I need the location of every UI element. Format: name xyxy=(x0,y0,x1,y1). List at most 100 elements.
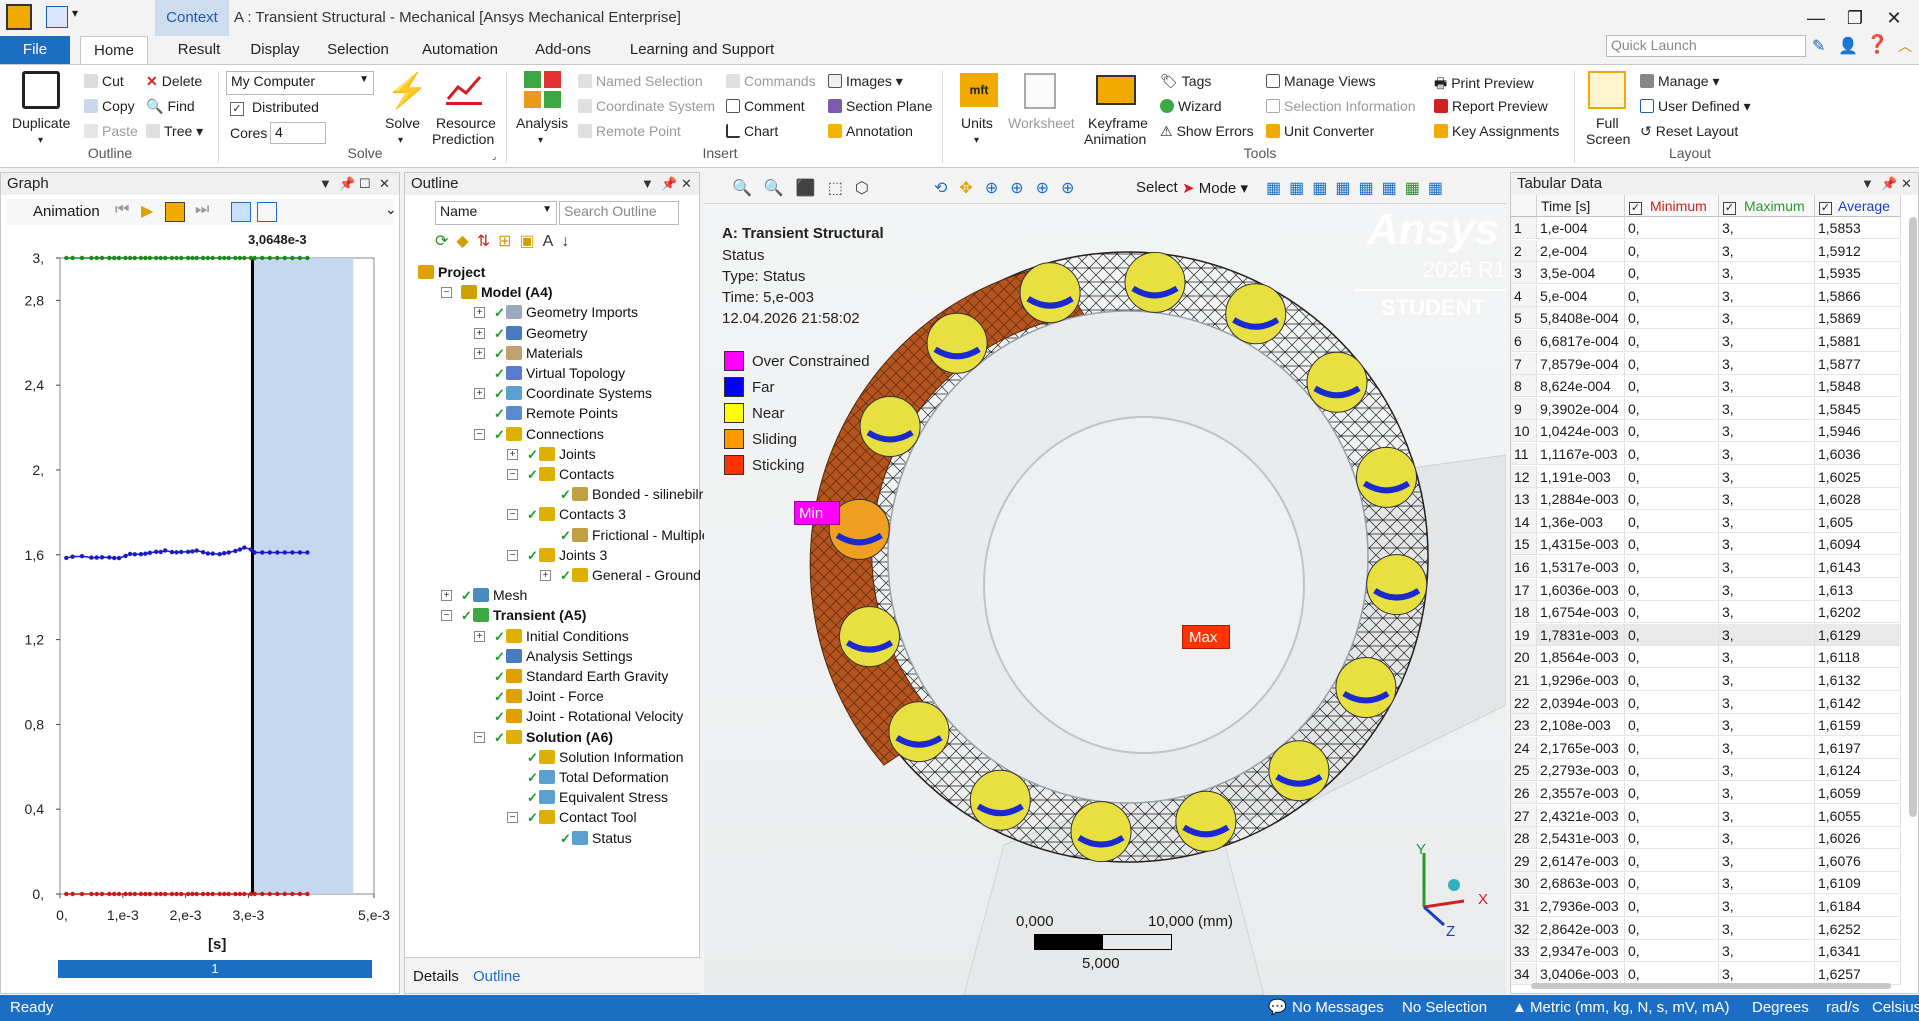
time-column-header[interactable]: Time [s] xyxy=(1537,195,1625,217)
element-filter-icon[interactable]: ▦ xyxy=(1382,180,1405,197)
solver-target-select[interactable]: My Computer ▼ xyxy=(226,71,374,95)
edge-filter-icon[interactable]: ▦ xyxy=(1289,180,1312,197)
result-sets-icon[interactable] xyxy=(257,202,277,222)
stop-icon[interactable] xyxy=(165,202,185,222)
collapse-node-icon[interactable]: − xyxy=(507,509,518,521)
tab-result[interactable]: Result xyxy=(166,36,232,64)
help-icon[interactable]: ❓ xyxy=(1866,34,1888,55)
tree-item[interactable]: ✓ Frictional - Multiple T xyxy=(560,525,722,545)
panel-menu-icon[interactable]: ▼ xyxy=(1861,173,1874,195)
pin-icon[interactable]: 📌 xyxy=(339,173,355,195)
tree-item[interactable]: ✓ Geometry xyxy=(494,323,587,343)
tree-item[interactable]: Project xyxy=(418,262,485,282)
horizontal-scrollbar[interactable] xyxy=(1531,983,1891,989)
tab-add-ons[interactable]: Add-ons xyxy=(528,36,598,64)
tree-item[interactable]: ✓ Materials xyxy=(494,343,583,363)
table-row[interactable]: 8 8,624e-004 0, 3, 1,5848 xyxy=(1511,375,1901,398)
table-row[interactable]: 4 5,e-004 0, 3, 1,5866 xyxy=(1511,284,1901,307)
tree-item[interactable]: ✓ Bonded - silinebilri ru xyxy=(560,484,723,504)
table-row[interactable]: 13 1,2884e-003 0, 3, 1,6028 xyxy=(1511,488,1901,511)
select-mode-button[interactable]: ➤ Mode ▾ xyxy=(1182,179,1248,197)
keyframe-label-2[interactable]: Animation xyxy=(1084,131,1146,147)
table-row[interactable]: 29 2,6147e-003 0, 3, 1,6076 xyxy=(1511,849,1901,872)
tab-display[interactable]: Display xyxy=(240,36,310,64)
outline-filter-select[interactable]: Name ▼ xyxy=(435,201,557,225)
ansys-logo-icon[interactable] xyxy=(6,4,32,30)
table-row[interactable]: 22 2,0394e-003 0, 3, 1,6142 xyxy=(1511,691,1901,714)
feedback-icon[interactable]: ✎ xyxy=(1812,36,1825,56)
expand-node-icon[interactable]: + xyxy=(474,347,485,359)
duplicate-dropdown-icon[interactable]: ▾ xyxy=(38,135,43,146)
reset-layout-button[interactable]: ↺ Reset Layout xyxy=(1640,123,1738,140)
folder-icon[interactable]: ▣ xyxy=(520,233,543,250)
tab-learning-and-support[interactable]: Learning and Support xyxy=(620,36,784,64)
unit-converter-button[interactable]: Unit Converter xyxy=(1266,123,1374,139)
collapse-node-icon[interactable]: − xyxy=(441,610,452,622)
checkbox-icon[interactable]: ✓ xyxy=(1819,202,1832,215)
tree-item[interactable]: ✓ Remote Points xyxy=(494,403,618,423)
table-row[interactable]: 27 2,4321e-003 0, 3, 1,6055 xyxy=(1511,804,1901,827)
solve-button[interactable]: Solve xyxy=(385,115,420,131)
tree-item[interactable]: ✓ Contacts 3 xyxy=(527,504,626,524)
expand-icon[interactable]: ⌄ xyxy=(385,201,397,218)
tree-item[interactable]: ✓ General - Ground To xyxy=(560,565,719,585)
analysis-button[interactable]: Analysis xyxy=(516,115,568,131)
show-errors-button[interactable]: ⚠ Show Errors xyxy=(1160,123,1254,140)
table-row[interactable]: 12 1,191e-003 0, 3, 1,6025 xyxy=(1511,465,1901,488)
keyframe-label-1[interactable]: Keyframe xyxy=(1088,115,1148,131)
expand-all-icon[interactable]: ⊞ xyxy=(498,233,519,250)
duplicate-icon[interactable] xyxy=(22,71,60,109)
minimum-column-header[interactable]: ✓ Minimum xyxy=(1625,195,1719,217)
tree-item[interactable]: ✓ Joints 3 xyxy=(527,545,607,565)
tree-item[interactable]: ✓ Connections xyxy=(494,424,604,444)
vertex-filter-icon[interactable]: ▦ xyxy=(1266,180,1289,197)
node-filter-icon[interactable]: ▦ xyxy=(1359,180,1382,197)
tree-item[interactable]: ✓ Analysis Settings xyxy=(494,646,633,666)
quick-access-dropdown-icon[interactable]: ▾ xyxy=(72,6,78,20)
collapse-node-icon[interactable]: − xyxy=(441,287,452,299)
quick-launch-input[interactable]: Quick Launch xyxy=(1606,35,1806,57)
commands-button[interactable]: Commands xyxy=(726,73,816,89)
section-plane-button[interactable]: Section Plane xyxy=(828,98,932,114)
table-row[interactable]: 24 2,1765e-003 0, 3, 1,6197 xyxy=(1511,736,1901,759)
extend-icon[interactable]: ▦ xyxy=(1428,180,1451,197)
chart-button[interactable]: Chart xyxy=(726,123,778,139)
cut-button[interactable]: Cut xyxy=(84,73,124,89)
tab-details[interactable]: Details xyxy=(413,968,459,985)
restore-button[interactable]: ❐ xyxy=(1843,6,1867,30)
images-button[interactable]: Images ▾ xyxy=(828,73,903,90)
report-preview-button[interactable]: Report Preview xyxy=(1434,98,1548,114)
full-screen-icon[interactable] xyxy=(1588,71,1626,109)
print-preview-button[interactable]: 🖶 Print Preview xyxy=(1434,73,1534,97)
table-row[interactable]: 32 2,8642e-003 0, 3, 1,6252 xyxy=(1511,917,1901,940)
tree-item[interactable]: ✓ Virtual Topology xyxy=(494,363,625,383)
collapse-ribbon-icon[interactable]: ︿ xyxy=(1898,36,1912,56)
tree-button[interactable]: Tree ▾ xyxy=(146,123,203,140)
max-probe[interactable]: Max xyxy=(1182,625,1230,649)
table-row[interactable]: 25 2,2793e-003 0, 3, 1,6124 xyxy=(1511,759,1901,782)
table-row[interactable]: 20 1,8564e-003 0, 3, 1,6118 xyxy=(1511,646,1901,669)
selection-information-button[interactable]: Selection Information xyxy=(1266,98,1416,114)
manage-views-button[interactable]: Manage Views xyxy=(1266,73,1376,89)
table-row[interactable]: 33 2,9347e-003 0, 3, 1,6341 xyxy=(1511,940,1901,963)
coordinate-system-button[interactable]: Coordinate System xyxy=(578,98,715,114)
resource-prediction-label-1[interactable]: Resource xyxy=(436,115,496,131)
delete-button[interactable]: ✕ Delete xyxy=(146,73,202,90)
solve-icon[interactable]: ⚡ xyxy=(386,71,428,111)
iso-view-icon[interactable]: ⬛ xyxy=(796,180,828,197)
cores-input[interactable]: 4 xyxy=(270,122,326,144)
units-dropdown-icon[interactable]: ▾ xyxy=(974,135,979,146)
shaded-icon[interactable]: ⬚ xyxy=(828,180,855,197)
table-row[interactable]: 5 5,8408e-004 0, 3, 1,5869 xyxy=(1511,307,1901,330)
close-icon[interactable]: ✕ xyxy=(1901,173,1912,195)
collapse-node-icon[interactable]: − xyxy=(474,428,485,440)
close-button[interactable]: ✕ xyxy=(1882,6,1906,30)
maximize-icon[interactable]: ☐ xyxy=(359,173,371,195)
tree-item[interactable]: ✓ Transient (A5) xyxy=(461,605,586,625)
tree-item[interactable]: Model (A4) xyxy=(461,282,553,302)
tree-item[interactable]: ✓ Contacts xyxy=(527,464,614,484)
comment-button[interactable]: Comment xyxy=(726,98,805,114)
collapse-node-icon[interactable]: − xyxy=(507,812,518,824)
table-row[interactable]: 10 1,0424e-003 0, 3, 1,5946 xyxy=(1511,420,1901,443)
user-defined-button[interactable]: User Defined ▾ xyxy=(1640,98,1751,115)
